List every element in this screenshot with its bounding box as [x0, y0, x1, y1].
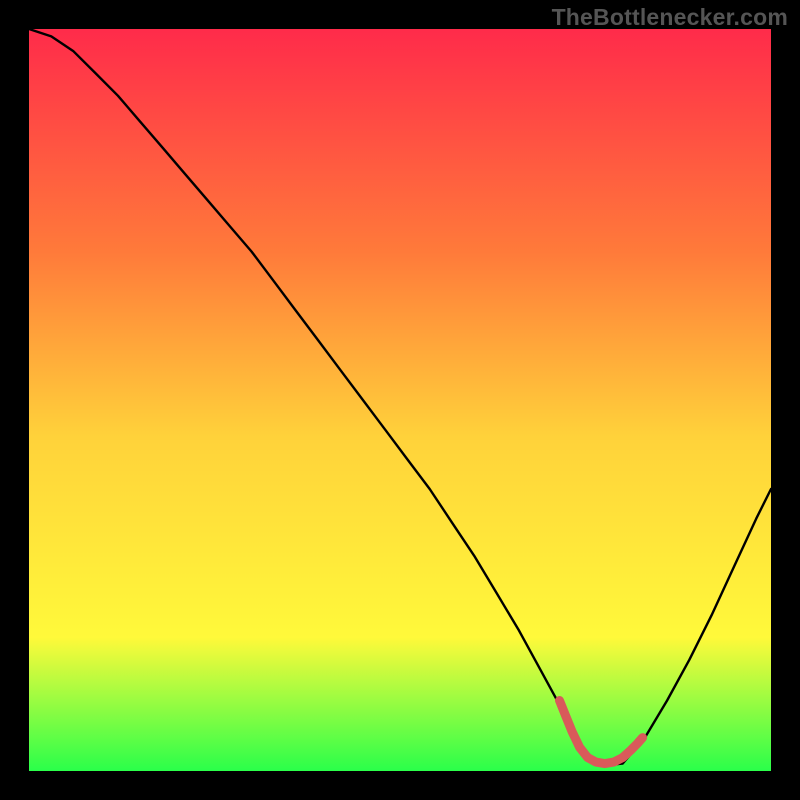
gradient-background	[29, 29, 771, 771]
attribution-text: TheBottlenecker.com	[552, 4, 788, 31]
bottleneck-chart	[0, 0, 800, 800]
chart-frame: TheBottlenecker.com	[0, 0, 800, 800]
